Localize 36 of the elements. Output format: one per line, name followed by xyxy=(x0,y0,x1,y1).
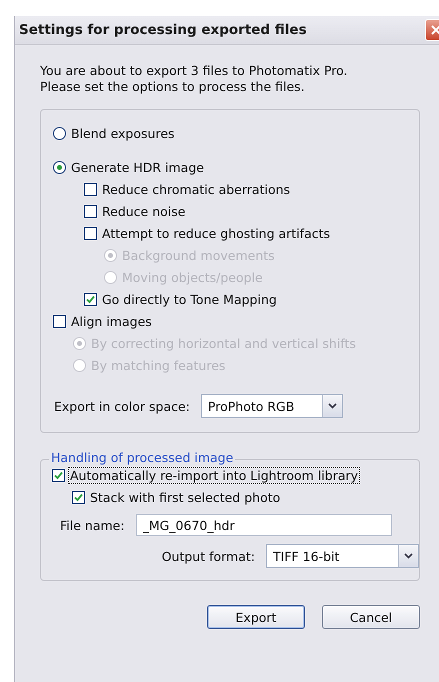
output-format-dropdown[interactable]: TIFF 16-bit xyxy=(266,544,419,568)
option-label: Automatically re-import into Lightroom library xyxy=(69,468,360,482)
checkbox[interactable] xyxy=(84,204,97,218)
group-legend: Handling of processed image xyxy=(49,450,236,465)
checkbox[interactable] xyxy=(53,314,66,328)
option-label: Reduce noise xyxy=(101,204,186,218)
checkbox[interactable] xyxy=(52,468,65,482)
intro-text: Please set the options to process the files. xyxy=(40,79,306,95)
checkbox[interactable] xyxy=(84,292,97,306)
checkmark-icon xyxy=(74,492,83,502)
output-format-label: Output format: xyxy=(160,548,256,564)
checkmark-icon xyxy=(54,470,63,480)
color-space-label: Export in color space: xyxy=(53,398,191,414)
option-label: Stack with first selected photo xyxy=(89,490,282,504)
file-name-field[interactable]: _MG_0670_hdr xyxy=(136,514,392,536)
file-name-label: File name: xyxy=(59,518,126,532)
intro-text: You are about to export 3 files to Photomatix Pro. xyxy=(40,63,349,79)
close-icon xyxy=(430,24,439,36)
option-label: Align images xyxy=(70,314,153,328)
dialog-button[interactable]: Cancel xyxy=(322,605,420,629)
option-label: Reduce chromatic aberrations xyxy=(101,182,292,196)
checkbox[interactable] xyxy=(84,226,97,240)
color-space-dropdown[interactable]: ProPhoto RGB xyxy=(200,394,343,418)
checkbox[interactable] xyxy=(84,182,97,196)
option-label: Go directly to Tone Mapping xyxy=(101,292,278,306)
chevron-down-icon xyxy=(404,553,413,559)
dialog-button[interactable]: Export xyxy=(207,605,305,629)
checkmark-icon xyxy=(86,294,95,304)
option-label: Generate HDR image xyxy=(70,160,205,174)
radio-button[interactable] xyxy=(53,160,66,174)
window-title: Settings for processing exported files xyxy=(18,22,307,38)
checkbox[interactable] xyxy=(72,490,85,504)
option-label: Attempt to reduce ghosting artifacts xyxy=(101,226,332,240)
option-label: Blend exposures xyxy=(70,126,176,140)
radio-button[interactable] xyxy=(53,126,66,140)
chevron-down-icon xyxy=(328,403,337,409)
